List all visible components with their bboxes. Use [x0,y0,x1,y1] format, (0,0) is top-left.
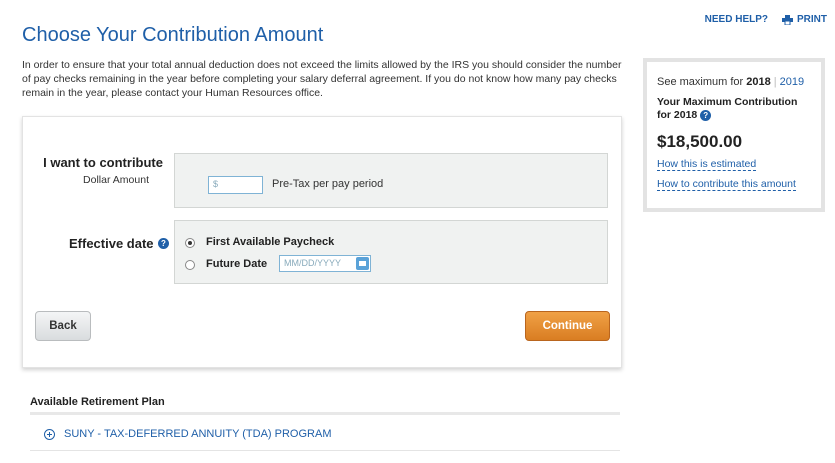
help-icon[interactable]: ? [158,238,169,250]
intro-text: In order to ensure that your total annua… [22,59,622,99]
plan-divider [30,450,620,451]
contribute-panel: $ Pre-Tax per pay period [174,153,608,208]
plans-title: Available Retirement Plan [30,396,165,408]
see-max-label: See maximum for [657,76,744,88]
year-2018[interactable]: 2018 [746,76,770,88]
calendar-icon[interactable] [356,257,369,270]
print-label: PRINT [797,14,827,25]
max-contribution-panel: See maximum for 2018 | 2019 Your Maximum C… [643,58,825,212]
max-contribution-label: Your Maximum Contribution for 2018 [657,96,798,121]
top-links: NEED HELP? PRINT [705,14,827,25]
page-title: Choose Your Contribution Amount [22,24,324,46]
back-button[interactable]: Back [35,311,91,341]
how-estimated-link[interactable]: How this is estimated [657,158,757,171]
date-placeholder: MM/DD/YYYY [284,258,342,268]
print-link[interactable]: PRINT [782,14,827,25]
effective-label-group: Effective date ? [33,235,169,253]
future-date-label[interactable]: Future Date [206,258,267,270]
year-selector: See maximum for 2018 | 2019 [657,76,811,88]
plan-item[interactable]: SUNY - TAX-DEFERRED ANNUITY (TDA) PROGRA… [44,428,332,440]
year-2019[interactable]: 2019 [780,76,804,88]
year-separator: | [773,76,777,88]
contribute-label-group: I want to contribute Dollar Amount [33,155,163,186]
pretax-label: Pre-Tax per pay period [272,178,384,190]
dollar-amount-label: Dollar Amount [83,174,149,186]
plans-divider [30,412,620,415]
contribution-form-card: I want to contribute Dollar Amount $ Pre… [22,116,622,368]
continue-button[interactable]: Continue [525,311,610,341]
need-help-link[interactable]: NEED HELP? [705,14,768,25]
first-paycheck-label[interactable]: First Available Paycheck [206,236,334,248]
dollar-amount-input[interactable]: $ [208,176,263,194]
first-paycheck-radio[interactable] [185,238,195,248]
future-date-radio[interactable] [185,260,195,270]
max-contribution-label-row: Your Maximum Contribution for 2018 ? [657,96,811,122]
effective-date-panel: First Available Paycheck Future Date MM/… [174,220,608,284]
help-icon[interactable]: ? [700,109,712,121]
future-date-input[interactable]: MM/DD/YYYY [279,255,371,272]
how-to-contribute-link[interactable]: How to contribute this amount [657,178,796,191]
effective-date-label: Effective date [69,236,154,251]
expand-plus-icon[interactable] [44,428,55,440]
print-icon [782,14,793,25]
contribute-label: I want to contribute [43,155,163,170]
plan-name: SUNY - TAX-DEFERRED ANNUITY (TDA) PROGRA… [64,428,332,440]
max-contribution-amount: $18,500.00 [657,132,743,151]
